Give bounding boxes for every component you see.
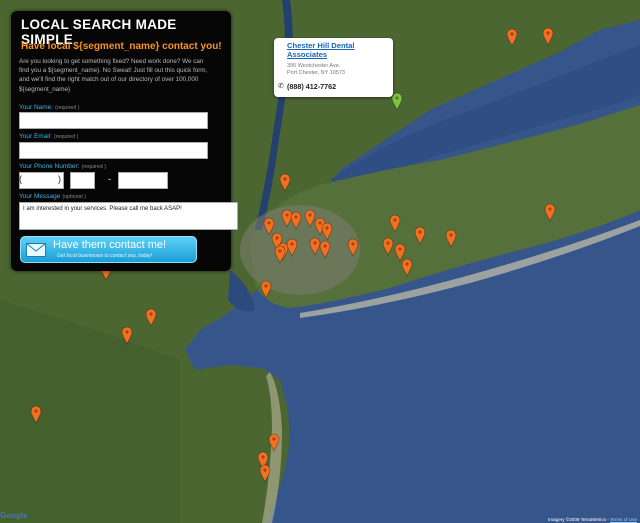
- message-textarea[interactable]: I am interested in your services. Please…: [19, 202, 238, 230]
- map-marker-dot: [267, 221, 271, 225]
- phone-line-input[interactable]: [118, 172, 168, 189]
- message-label: Your Message (optional ): [19, 193, 86, 200]
- map-marker-dot: [318, 221, 322, 225]
- map-marker-dot: [290, 242, 294, 246]
- map-marker-dot: [34, 409, 38, 413]
- contact-me-button[interactable]: Have them contact me! Get local business…: [20, 236, 197, 263]
- phone-open-paren: (: [19, 174, 22, 184]
- name-input[interactable]: [19, 112, 208, 129]
- contact-me-button-label: Have them contact me!: [53, 239, 167, 251]
- map-marker-dot: [546, 31, 550, 35]
- panel-description: Are you looking to get something fixed? …: [19, 58, 208, 93]
- map-marker-dot: [313, 241, 317, 245]
- map-marker-dot: [263, 468, 267, 472]
- map-marker-dot: [283, 177, 287, 181]
- map-marker-dot: [548, 207, 552, 211]
- map-marker-dot: [351, 242, 355, 246]
- map-marker-dot: [449, 233, 453, 237]
- map-marker-dot: [325, 226, 329, 230]
- map-marker-dot: [285, 213, 289, 217]
- email-input[interactable]: [19, 142, 208, 159]
- business-info-window: Chester Hill Dental Associates 395 Westc…: [274, 38, 393, 97]
- contact-me-button-sub: Get local businesses to contact you, tod…: [57, 253, 153, 259]
- phone-icon: ✆: [278, 83, 284, 90]
- business-address: 395 Westchester Ave. Port Chester, NY 10…: [287, 63, 345, 76]
- map-marker-dot: [398, 247, 402, 251]
- phone-dash: -: [108, 174, 111, 184]
- business-phone: (888) 412-7762: [287, 82, 337, 91]
- selected-map-marker-dot: [395, 96, 399, 100]
- name-label: Your Name: (required ): [19, 104, 80, 111]
- business-name-link[interactable]: Chester Hill Dental Associates: [287, 41, 387, 59]
- map-marker-dot: [308, 213, 312, 217]
- map-marker-dot: [510, 32, 514, 36]
- map-attribution: Imagery ©2009 TerraMetrics - Terms of Us…: [547, 517, 637, 522]
- map-marker-dot: [294, 215, 298, 219]
- email-label: Your Email: (required ): [19, 133, 79, 140]
- contact-form-panel: LOCAL SEARCH MADE SIMPLE Have local ${se…: [11, 11, 238, 271]
- map-marker-dot: [149, 312, 153, 316]
- map-marker-dot: [405, 262, 409, 266]
- map-marker-dot: [272, 437, 276, 441]
- map-marker-dot: [386, 241, 390, 245]
- map-marker-dot: [275, 236, 279, 240]
- phone-prefix-input[interactable]: [70, 172, 95, 189]
- map-marker-dot: [261, 455, 265, 459]
- map-marker-dot: [418, 230, 422, 234]
- map-marker-dot: [264, 284, 268, 288]
- map-marker-dot: [323, 244, 327, 248]
- map-marker-dot: [125, 330, 129, 334]
- phone-close-paren: ): [58, 174, 61, 184]
- map-marker-dot: [278, 249, 282, 253]
- google-logo: Google: [0, 511, 28, 520]
- map-marker-dot: [393, 218, 397, 222]
- phone-label: Your Phone Number: (required ): [19, 163, 106, 170]
- panel-subtitle: Have local ${segment_name} contact you!: [21, 41, 222, 52]
- terms-of-use-link[interactable]: Terms of Use: [610, 517, 637, 522]
- envelope-icon: [26, 243, 46, 257]
